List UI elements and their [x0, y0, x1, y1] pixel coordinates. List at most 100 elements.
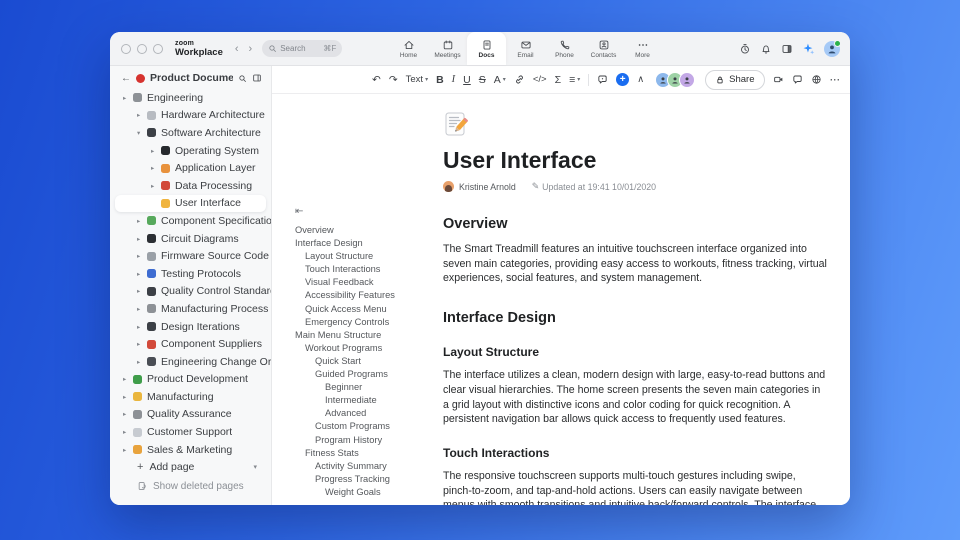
sidebar-item-firmware-source-code[interactable]: ▸ Firmware Source Code: [110, 247, 271, 265]
outline-item-quick-start[interactable]: Quick Start: [295, 355, 425, 368]
tab-more[interactable]: More: [623, 32, 662, 65]
sidebar-item-manufacturing-process[interactable]: ▸ Manufacturing Process: [110, 300, 271, 318]
side-panel-icon[interactable]: [781, 43, 793, 55]
link-button[interactable]: [514, 74, 525, 85]
chevron-down-icon[interactable]: ▾: [137, 129, 146, 137]
outline-item-activity-summary[interactable]: Activity Summary: [295, 460, 425, 473]
bell-icon[interactable]: [760, 43, 772, 55]
equation-button[interactable]: Σ: [555, 74, 562, 86]
text-color-button[interactable]: A ▾: [494, 74, 506, 86]
outline-item-program-history[interactable]: Program History: [295, 434, 425, 447]
share-button[interactable]: Share: [705, 69, 765, 90]
sidebar-item-sales-marketing[interactable]: ▸ Sales & Marketing: [110, 441, 271, 459]
collapse-outline-icon[interactable]: ⇤: [295, 206, 425, 217]
chevron-right-icon[interactable]: ▸: [151, 182, 160, 190]
outline-item-emergency-controls[interactable]: Emergency Controls: [295, 316, 425, 329]
window-minimize-button[interactable]: [137, 43, 147, 54]
add-page-button[interactable]: + Add page ▾: [110, 458, 271, 476]
video-camera-icon[interactable]: [773, 74, 784, 85]
chevron-right-icon[interactable]: ▸: [137, 305, 146, 313]
sidebar-item-hardware-architecture[interactable]: ▸ Hardware Architecture: [110, 107, 271, 125]
window-close-button[interactable]: [121, 43, 131, 54]
nav-forward-button[interactable]: ›: [249, 43, 253, 55]
outline-item-workout-programs[interactable]: Workout Programs: [295, 342, 425, 355]
redo-button[interactable]: ↷: [389, 74, 398, 86]
tab-contacts[interactable]: Contacts: [584, 32, 623, 65]
sidebar-item-quality-control-standards[interactable]: ▸ Quality Control Standards: [110, 283, 271, 301]
ai-compose-button[interactable]: +: [616, 73, 630, 86]
outline-item-interface-design[interactable]: Interface Design: [295, 237, 425, 250]
sidebar-item-engineering[interactable]: ▸ Engineering: [110, 89, 271, 107]
chevron-down-icon[interactable]: ▾: [253, 463, 257, 471]
sidebar-item-customer-support[interactable]: ▸ Customer Support: [110, 423, 271, 441]
outline-item-guided-programs[interactable]: Guided Programs: [295, 368, 425, 381]
chevron-right-icon[interactable]: ▸: [151, 164, 160, 172]
chevron-right-icon[interactable]: ▸: [137, 252, 146, 260]
chevron-right-icon[interactable]: ▸: [137, 217, 146, 225]
chevron-right-icon[interactable]: ▸: [137, 340, 146, 348]
document-title[interactable]: User Interface: [443, 147, 827, 174]
outline-item-quick-access-menu[interactable]: Quick Access Menu: [295, 303, 425, 316]
chevron-right-icon[interactable]: ▸: [137, 235, 146, 243]
outline-item-accessibility-features[interactable]: Accessibility Features: [295, 289, 425, 302]
sidebar-panel-icon[interactable]: [252, 73, 262, 83]
clock-icon[interactable]: [739, 43, 751, 55]
chevron-right-icon[interactable]: ▸: [151, 147, 160, 155]
sidebar-item-manufacturing[interactable]: ▸ Manufacturing: [110, 388, 271, 406]
chevron-right-icon[interactable]: ▸: [123, 375, 132, 383]
sidebar-item-user-interface[interactable]: User Interface: [115, 194, 266, 213]
chevron-right-icon[interactable]: ▸: [137, 323, 146, 331]
outline-item-fitness-stats[interactable]: Fitness Stats: [295, 447, 425, 460]
text-style-button[interactable]: Text ▾: [406, 74, 428, 85]
collaborator-avatar-3[interactable]: [679, 71, 696, 88]
sidebar-back-button[interactable]: ←: [121, 73, 131, 84]
ai-sparkle-icon[interactable]: [802, 42, 815, 55]
outline-item-intermediate[interactable]: Intermediate: [295, 394, 425, 407]
undo-button[interactable]: ↶: [372, 74, 381, 86]
outline-item-advanced[interactable]: Advanced: [295, 407, 425, 420]
chevron-right-icon[interactable]: ▸: [123, 393, 132, 401]
chevron-right-icon[interactable]: ▸: [123, 446, 132, 454]
tab-phone[interactable]: Phone: [545, 32, 584, 65]
document-body[interactable]: User Interface Kristine Arnold ✎ Updated…: [425, 94, 845, 505]
outline-item-layout-structure[interactable]: Layout Structure: [295, 250, 425, 263]
underline-button[interactable]: U: [463, 74, 471, 86]
nav-back-button[interactable]: ‹: [235, 43, 239, 55]
comment-button[interactable]: [597, 74, 608, 85]
tab-home[interactable]: Home: [389, 32, 428, 65]
chevron-right-icon[interactable]: ▸: [137, 111, 146, 119]
chevron-right-icon[interactable]: ▸: [137, 270, 146, 278]
chevron-right-icon[interactable]: ▸: [123, 410, 132, 418]
sidebar-item-operating-system[interactable]: ▸ Operating System: [110, 142, 271, 160]
bold-button[interactable]: B: [436, 74, 444, 86]
sidebar-item-application-layer[interactable]: ▸ Application Layer: [110, 159, 271, 177]
italic-button[interactable]: I: [452, 74, 456, 85]
sidebar-item-design-iterations[interactable]: ▸ Design Iterations: [110, 318, 271, 336]
outline-item-weight-goals[interactable]: Weight Goals: [295, 486, 425, 499]
chevron-right-icon[interactable]: ▸: [137, 358, 146, 366]
sidebar-item-component-specifications[interactable]: ▸ Component Specifications: [110, 212, 271, 230]
show-deleted-pages-button[interactable]: Show deleted pages: [110, 477, 271, 495]
user-avatar[interactable]: [824, 39, 841, 57]
sidebar-item-data-processing[interactable]: ▸ Data Processing: [110, 177, 271, 195]
outline-item-beginner[interactable]: Beginner: [295, 381, 425, 394]
strikethrough-button[interactable]: S: [479, 74, 486, 86]
chat-bubble-icon[interactable]: [792, 74, 803, 85]
window-zoom-button[interactable]: [153, 43, 163, 54]
sidebar-item-component-suppliers[interactable]: ▸ Component Suppliers: [110, 335, 271, 353]
sidebar-search-icon[interactable]: [238, 74, 247, 83]
outline-item-visual-feedback[interactable]: Visual Feedback: [295, 276, 425, 289]
code-button[interactable]: </>: [533, 74, 547, 85]
outline-item-main-menu-structure[interactable]: Main Menu Structure: [295, 329, 425, 342]
outline-item-custom-programs[interactable]: Custom Programs: [295, 420, 425, 433]
tab-docs[interactable]: Docs: [467, 32, 506, 65]
collapse-toolbar-button[interactable]: ∧: [637, 74, 644, 85]
outline-item-progress-tracking[interactable]: Progress Tracking: [295, 473, 425, 486]
sidebar-item-quality-assurance[interactable]: ▸ Quality Assurance: [110, 406, 271, 424]
more-options-button[interactable]: ⋯: [830, 74, 841, 86]
chevron-right-icon[interactable]: ▸: [123, 428, 132, 436]
tab-meetings[interactable]: Meetings: [428, 32, 467, 65]
chevron-right-icon[interactable]: ▸: [123, 94, 132, 102]
list-format-button[interactable]: ≡ ▾: [569, 74, 580, 86]
sidebar-item-circuit-diagrams[interactable]: ▸ Circuit Diagrams: [110, 230, 271, 248]
